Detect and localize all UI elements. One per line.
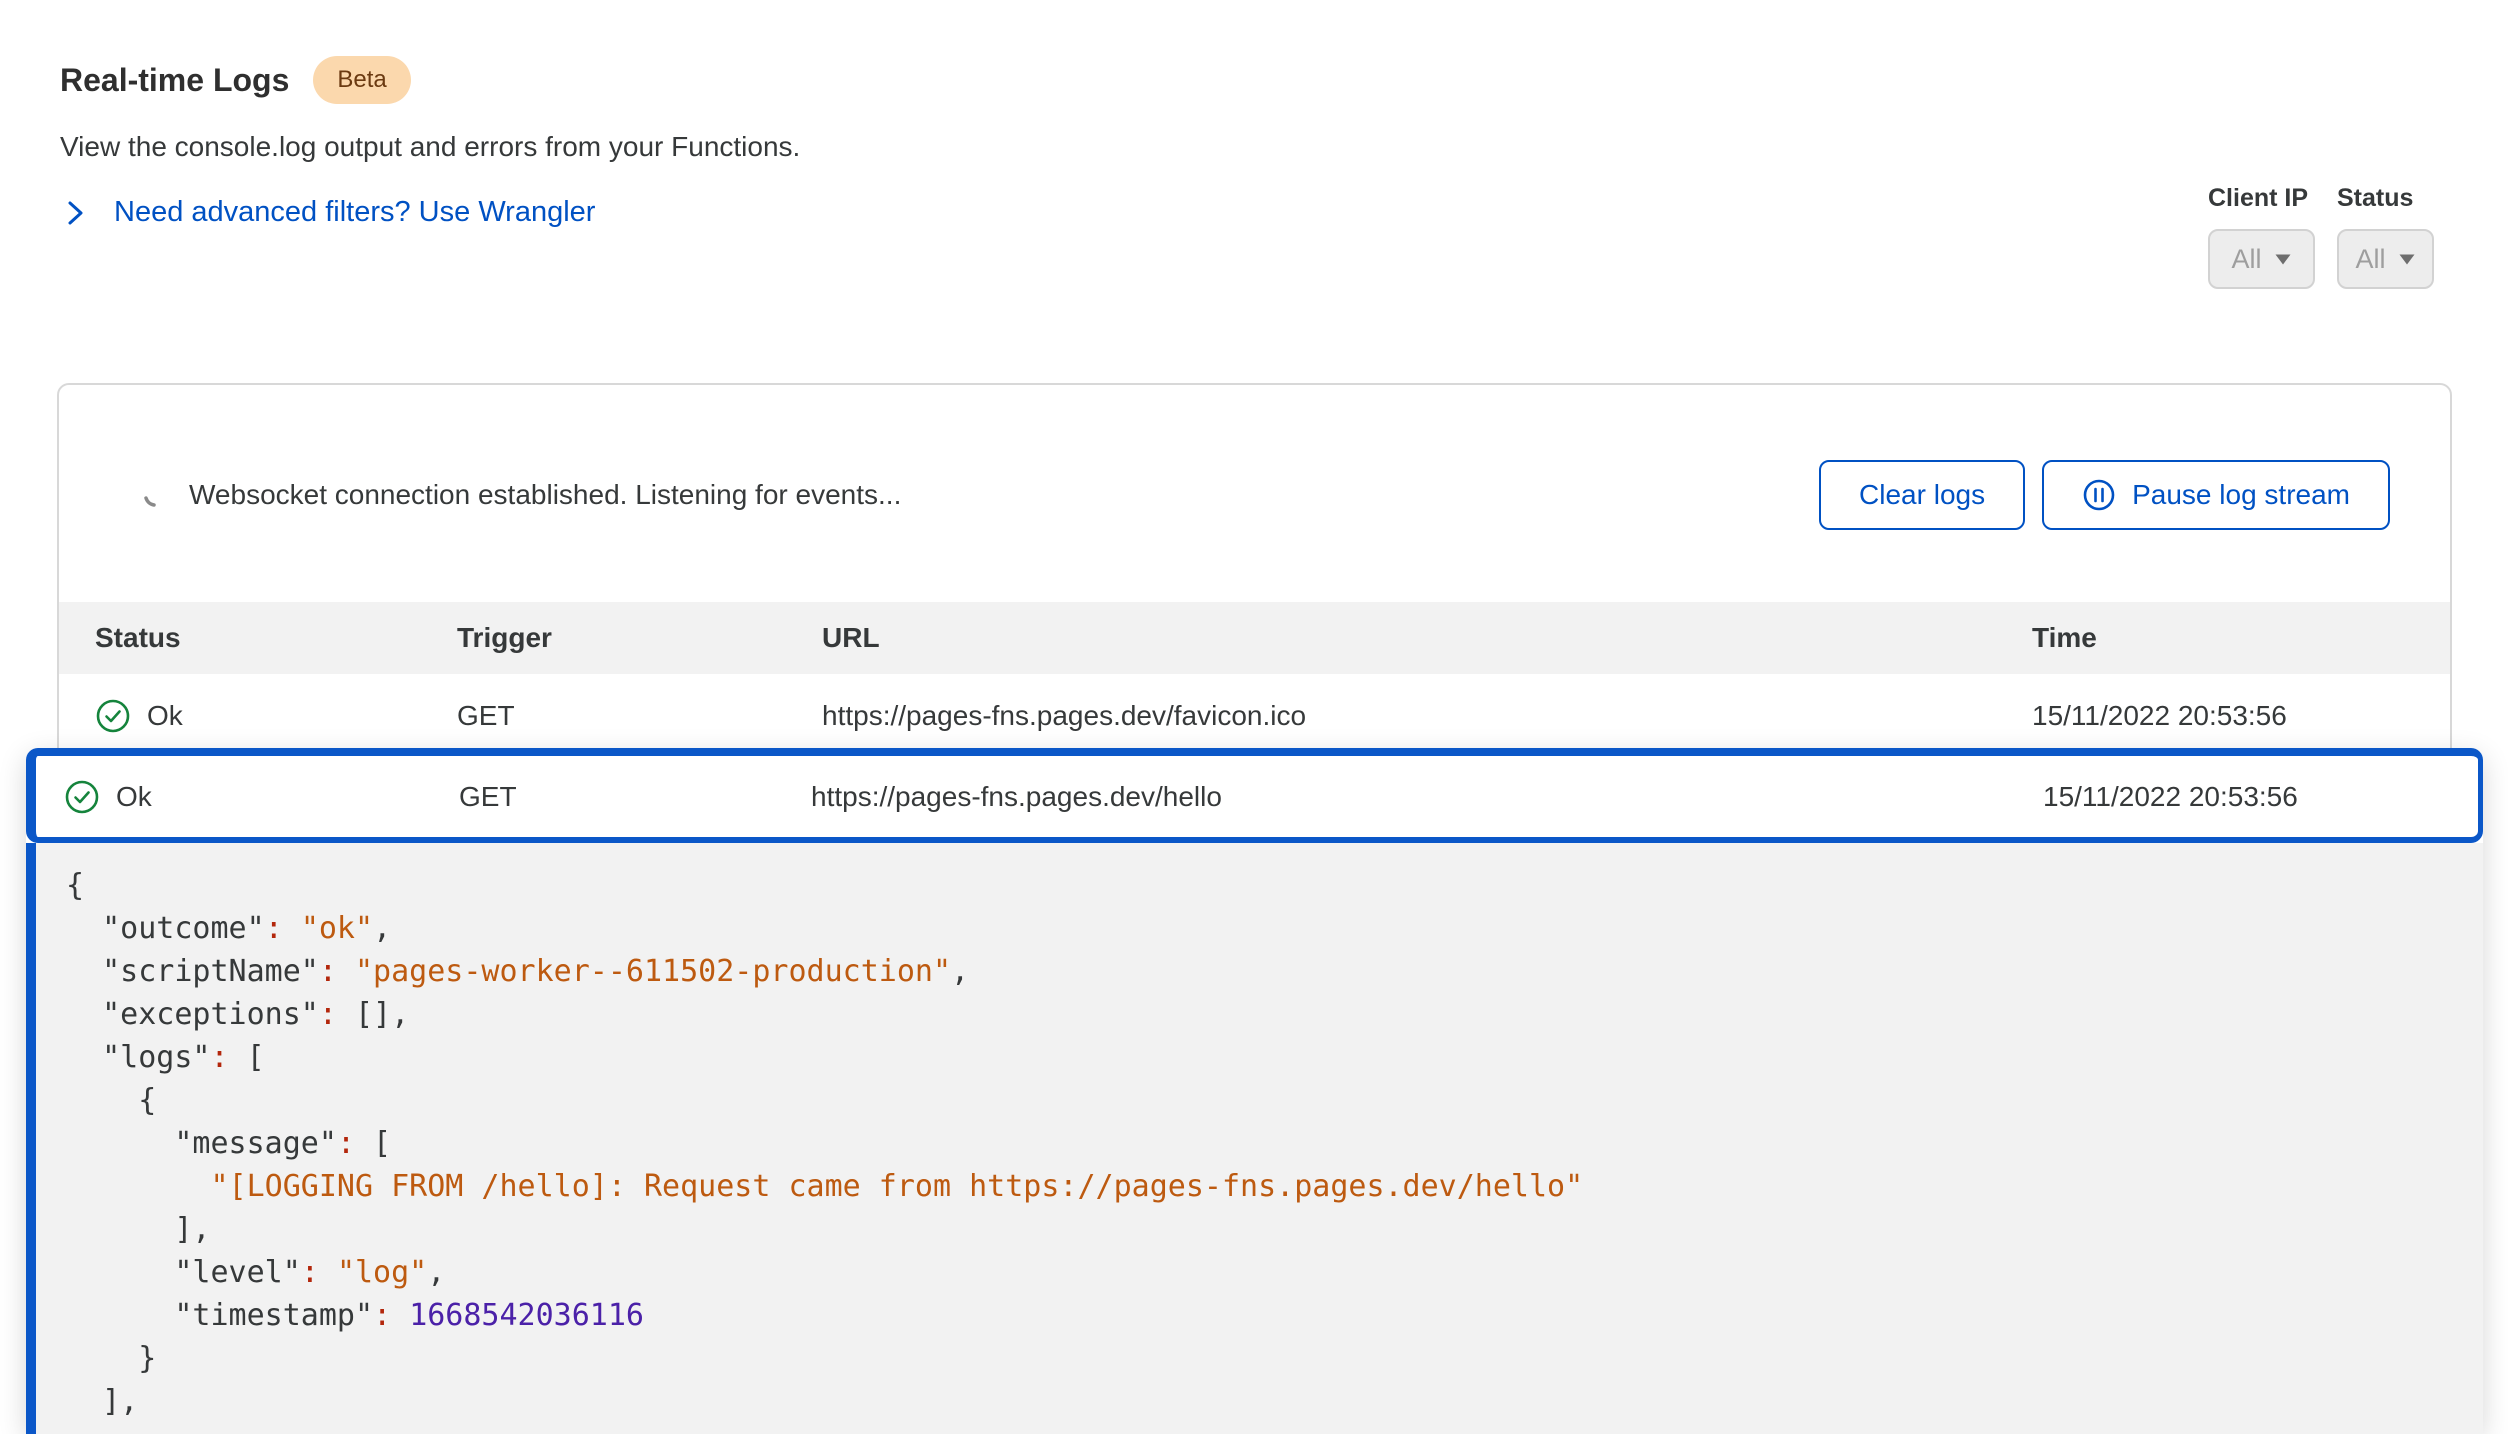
logs-table-header: Status Trigger URL Time bbox=[59, 602, 2450, 674]
cell-trigger: GET bbox=[459, 781, 811, 813]
cell-url: https://pages-fns.pages.dev/hello bbox=[811, 781, 2043, 813]
toolbar-buttons: Clear logs Pause log stream bbox=[1819, 460, 2390, 530]
filter-client-ip: Client IP All bbox=[2208, 184, 2315, 289]
filter-client-ip-label: Client IP bbox=[2208, 184, 2315, 213]
page-subtitle: View the console.log output and errors f… bbox=[60, 131, 800, 163]
column-header-status: Status bbox=[95, 622, 457, 654]
log-row-hello-selected[interactable]: Ok GET https://pages-fns.pages.dev/hello… bbox=[26, 748, 2483, 843]
cell-time: 15/11/2022 20:53:56 bbox=[2043, 781, 2478, 813]
status-value: Ok bbox=[147, 700, 183, 732]
clear-logs-button[interactable]: Clear logs bbox=[1819, 460, 2025, 530]
column-header-trigger: Trigger bbox=[457, 622, 822, 654]
log-filters: Client IP All Status All bbox=[2208, 184, 2434, 289]
caret-down-icon bbox=[2398, 253, 2416, 266]
connection-status: Websocket connection established. Listen… bbox=[141, 479, 901, 511]
cell-status: Ok bbox=[64, 779, 459, 815]
spinner-icon bbox=[141, 481, 169, 509]
page-title: Real-time Logs bbox=[60, 62, 289, 99]
pause-log-stream-label: Pause log stream bbox=[2132, 479, 2350, 511]
expanded-log-entry: Ok GET https://pages-fns.pages.dev/hello… bbox=[26, 748, 2483, 1434]
connection-status-text: Websocket connection established. Listen… bbox=[189, 479, 901, 511]
check-circle-icon bbox=[95, 698, 131, 734]
client-ip-dropdown-value: All bbox=[2231, 244, 2261, 275]
caret-down-icon bbox=[2274, 253, 2292, 266]
wrangler-link-label: Need advanced filters? Use Wrangler bbox=[114, 196, 595, 229]
filter-status-label: Status bbox=[2337, 184, 2434, 213]
pause-log-stream-button[interactable]: Pause log stream bbox=[2042, 460, 2390, 530]
log-row-favicon[interactable]: Ok GET https://pages-fns.pages.dev/favic… bbox=[59, 674, 2450, 758]
cell-time: 15/11/2022 20:53:56 bbox=[2032, 700, 2450, 732]
chevron-right-icon bbox=[64, 198, 88, 228]
column-header-time: Time bbox=[2032, 622, 2450, 654]
status-dropdown-value: All bbox=[2355, 244, 2385, 275]
clear-logs-label: Clear logs bbox=[1859, 479, 1985, 511]
json-log-viewer: { "outcome": "ok", "scriptName": "pages-… bbox=[26, 843, 2483, 1434]
wrangler-link[interactable]: Need advanced filters? Use Wrangler bbox=[64, 196, 595, 229]
status-value: Ok bbox=[116, 781, 152, 813]
cell-trigger: GET bbox=[457, 700, 822, 732]
client-ip-dropdown[interactable]: All bbox=[2208, 229, 2315, 289]
check-circle-icon bbox=[64, 779, 100, 815]
pause-icon bbox=[2082, 478, 2116, 512]
cell-status: Ok bbox=[95, 698, 457, 734]
beta-badge: Beta bbox=[313, 56, 410, 104]
logs-toolbar: Websocket connection established. Listen… bbox=[59, 460, 2450, 530]
status-dropdown[interactable]: All bbox=[2337, 229, 2434, 289]
column-header-url: URL bbox=[822, 622, 2032, 654]
filter-status: Status All bbox=[2337, 184, 2434, 289]
cell-url: https://pages-fns.pages.dev/favicon.ico bbox=[822, 700, 2032, 732]
page-header: Real-time Logs Beta bbox=[60, 56, 411, 104]
